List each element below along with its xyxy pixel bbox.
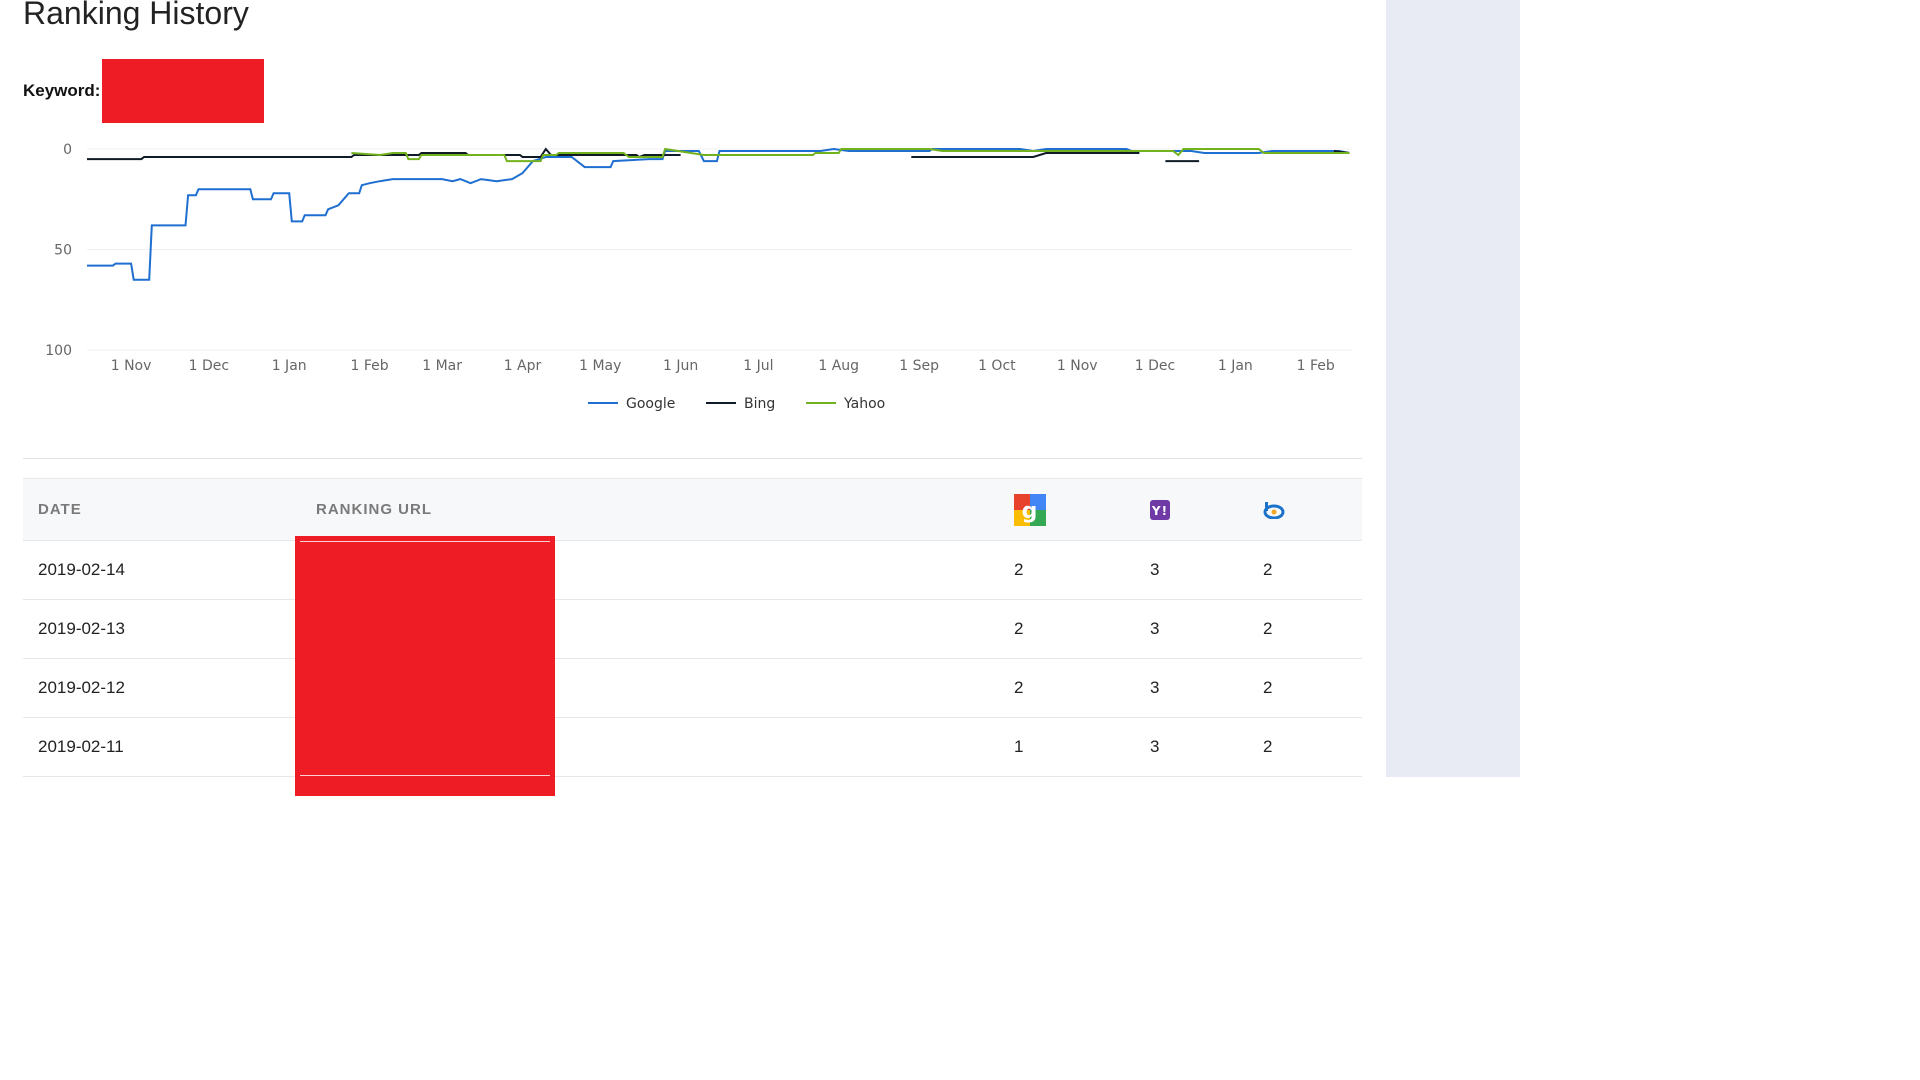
right-sidebar [1386,0,1520,777]
cell-yahoo-rank: 3 [1135,717,1248,777]
cell-date: 2019-02-14 [23,540,301,600]
cell-google-rank: 2 [999,658,1135,718]
x-tick-label: 1 Aug [818,358,859,374]
cell-google-rank: 1 [999,717,1135,777]
cell-bing-rank: 2 [1248,658,1362,718]
cell-bing-rank: 2 [1248,717,1362,777]
x-tick-label: 1 Nov [1057,358,1098,374]
table-row: 2019-02-13 2 3 2 [23,599,1362,659]
x-tick-label: 1 Jun [663,358,698,374]
x-tick-label: 1 May [579,358,621,374]
legend-label-bing: Bing [744,396,775,412]
cell-date: 2019-02-11 [23,717,301,777]
ranking-history-chart: 0 50 100 1 Nov 1 Dec 1 Jan 1 Feb 1 Mar 1 Apr 1 Ma… [45,142,1352,412]
table-header-row: DATE RANKING URL g Y! [23,478,1362,541]
x-tick-label: 1 Feb [350,358,388,374]
main-content: Ranking History Keyword: 0 50 100 1 Nov 1 De… [0,0,1385,1080]
x-tick-label: 1 Nov [111,358,152,374]
cell-bing-rank: 2 [1248,599,1362,659]
ranking-url-redaction [295,536,555,796]
y-tick-label: 100 [45,343,72,359]
svg-text:Y!: Y! [1151,504,1168,518]
table-row: 2019-02-11 1 3 2 [23,717,1362,777]
column-header-google[interactable]: g [999,479,1135,541]
cell-google-rank: 2 [999,599,1135,659]
column-header-ranking-url[interactable]: RANKING URL [301,479,999,541]
x-tick-label: 1 Dec [189,358,229,374]
page-title: Ranking History [23,0,249,31]
x-tick-label: 1 Mar [422,358,462,374]
x-tick-label: 1 Apr [504,358,542,374]
column-header-bing[interactable] [1248,479,1362,541]
table-row: 2019-02-12 2 3 2 [23,658,1362,718]
cell-google-rank: 2 [999,540,1135,600]
x-tick-label: 1 Oct [978,358,1016,374]
keyword-value-redaction [102,59,265,123]
legend-label-google: Google [626,396,675,412]
column-header-date[interactable]: DATE [23,479,301,541]
x-tick-label: 1 Jan [1218,358,1253,374]
section-divider [23,458,1362,459]
cell-bing-rank: 2 [1248,540,1362,600]
y-tick-label: 50 [54,243,72,259]
cell-date: 2019-02-13 [23,599,301,659]
redaction-line [300,541,550,542]
legend-label-yahoo: Yahoo [843,396,885,412]
svg-text:g: g [1022,499,1039,524]
google-icon: g [1014,493,1046,526]
x-tick-label: 1 Jan [272,358,307,374]
keyword-row: Keyword: [23,58,265,124]
x-tick-label: 1 Dec [1135,358,1175,374]
column-header-yahoo[interactable]: Y! [1135,479,1248,541]
table-row: 2019-02-14 2 3 2 [23,540,1362,600]
cell-yahoo-rank: 3 [1135,599,1248,659]
y-tick-label: 0 [63,142,72,158]
series-line-bing [911,152,1140,158]
x-tick-label: 1 Jul [743,358,773,374]
ranking-table: DATE RANKING URL g Y! 2019-02-14 2 3 2 2… [23,478,1362,777]
series-line-google [87,147,1350,281]
bing-icon [1263,501,1285,519]
cell-date: 2019-02-12 [23,658,301,718]
x-tick-label: 1 Feb [1297,358,1335,374]
redaction-line [300,775,550,776]
cell-yahoo-rank: 3 [1135,658,1248,718]
yahoo-icon: Y! [1150,499,1170,520]
x-tick-label: 1 Sep [899,358,939,374]
keyword-label: Keyword: [23,81,101,100]
cell-yahoo-rank: 3 [1135,540,1248,600]
